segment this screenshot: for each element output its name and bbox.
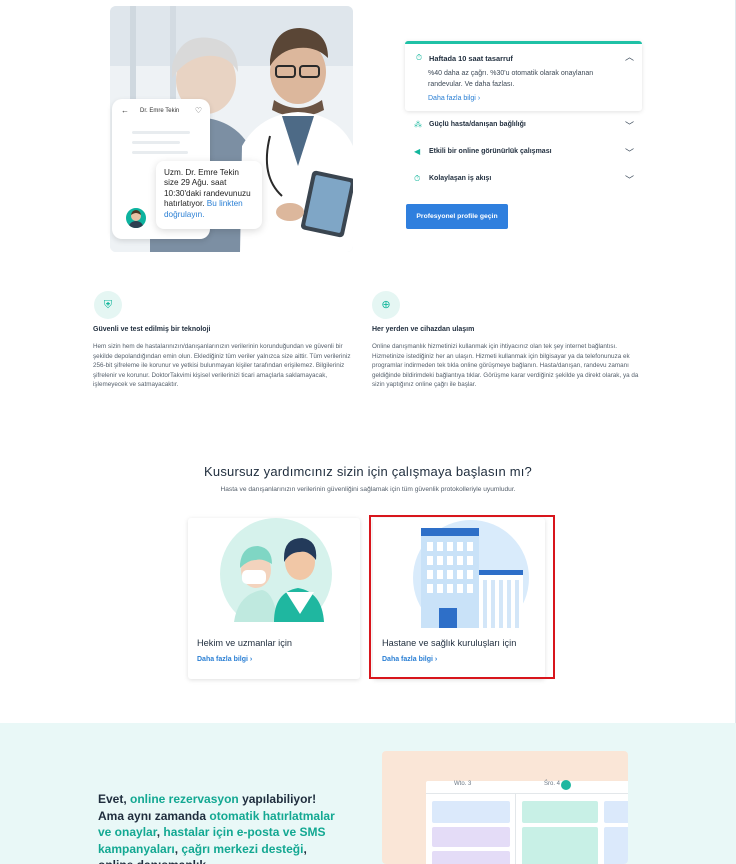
feature-title: Güvenli ve test edilmiş bir teknoloji [93, 326, 211, 333]
calendar-illustration: Wto. 3 Śro. 4 [382, 751, 628, 864]
chevron-up-icon[interactable]: ︿ [625, 52, 634, 62]
chevron-right-icon: › [249, 656, 253, 663]
calendar-grid: Wto. 3 Śro. 4 [426, 780, 628, 864]
megaphone-icon: ◀ [414, 147, 421, 156]
appointment-block [604, 801, 628, 823]
page: ← Dr. Emre Tekin ♡ Uzm. Dr. Emre Tekin s… [0, 0, 736, 864]
placeholder-line [132, 131, 190, 134]
card-doctors[interactable]: Hekim ve uzmanlar için Daha fazla bilgi … [188, 518, 360, 679]
accordion-description: %40 daha az çağrı. %30'u otomatik olarak… [428, 70, 594, 88]
feature-title: Her yerden ve cihazdan ulaşım [372, 326, 475, 333]
chevron-down-icon[interactable]: ﹀ [625, 146, 634, 159]
shield-icon: ⛨ [103, 299, 113, 311]
heart-icon: ♡ [194, 106, 202, 115]
clock-icon: ⏱ [415, 53, 423, 62]
feature-icon-wrap: ⊕ [372, 291, 400, 319]
band-highlight: online rezervasyon [130, 792, 239, 806]
band-text: Evet, [98, 792, 131, 806]
reminder-bubble: Uzm. Dr. Emre Tekin size 29 Ağu. saat 10… [156, 161, 262, 229]
feature-icon-wrap: ⛨ [94, 291, 122, 319]
calendar-divider [515, 793, 516, 864]
appointment-block [522, 827, 598, 864]
section-subtitle: Hasta ve danışanlarınızın verilerinin gü… [220, 486, 516, 493]
chevron-down-icon[interactable]: ﹀ [625, 173, 634, 186]
band-highlight: çağrı merkezi desteği [181, 841, 304, 856]
people-icon: ⁂ [414, 120, 422, 129]
appointment-block [432, 801, 510, 823]
more-link-label: Daha fazla bilgi [428, 95, 476, 102]
accordion-more-link[interactable]: Daha fazla bilgi › [428, 95, 480, 102]
appointment-block [522, 801, 598, 823]
section-title: Kusursuz yardımcınız sizin için çalışmay… [204, 464, 532, 479]
chevron-down-icon[interactable]: ﹀ [625, 119, 634, 132]
feature-body: Hem sizin hem de hastalarınızın/danışanl… [93, 343, 351, 389]
accordion-title: Haftada 10 saat tasarruf [429, 54, 513, 63]
accordion-item-open[interactable]: ⏱ Haftada 10 saat tasarruf ︿ %40 daha az… [405, 41, 642, 111]
accordion-item[interactable]: ⁂ Güçlü hasta/danışan bağlılığı ﹀ [405, 113, 642, 138]
card-more-link[interactable]: Daha fazla bilgi › [197, 656, 252, 663]
globe-icon: ⊕ [381, 299, 391, 311]
today-dot [561, 780, 571, 790]
accordion-item[interactable]: ◀ Etkili bir online görünürlük çalışması… [405, 140, 642, 165]
feature-body: Online danışmanlık hizmetinizi kullanmak… [372, 343, 639, 389]
placeholder-line [132, 141, 180, 144]
calendar-divider [426, 793, 628, 794]
calendar-day-label: Śro. 4 [544, 781, 561, 787]
accordion-item[interactable]: ⏱ Kolaylaşan iş akışı ﹀ [405, 167, 642, 192]
appointment-block [432, 851, 510, 864]
chevron-right-icon: › [477, 95, 481, 102]
avatar [124, 206, 148, 230]
doctors-illustration [220, 518, 332, 622]
appointment-block [432, 827, 510, 847]
placeholder-line [132, 151, 188, 154]
accordion-item-title: Etkili bir online görünürlük çalışması [429, 148, 552, 155]
back-arrow-icon: ← [121, 106, 129, 115]
professional-profile-button[interactable]: Profesyonel profile geçin [406, 204, 508, 229]
selection-highlight [369, 515, 555, 679]
card-title: Hekim ve uzmanlar için [197, 638, 292, 648]
calendar-day-label: Wto. 3 [454, 781, 472, 787]
accordion-item-title: Kolaylaşan iş akışı [429, 175, 492, 182]
band-headline: Evet, online rezervasyon yapılabiliyor! … [98, 791, 338, 864]
card-more-link-label: Daha fazla bilgi [197, 656, 248, 663]
appointment-block [604, 827, 628, 864]
phone-doctor-name: Dr. Emre Tekin [140, 108, 180, 114]
accordion-item-title: Güçlü hasta/danışan bağlılığı [429, 121, 526, 128]
clock-icon: ⏱ [414, 174, 421, 183]
